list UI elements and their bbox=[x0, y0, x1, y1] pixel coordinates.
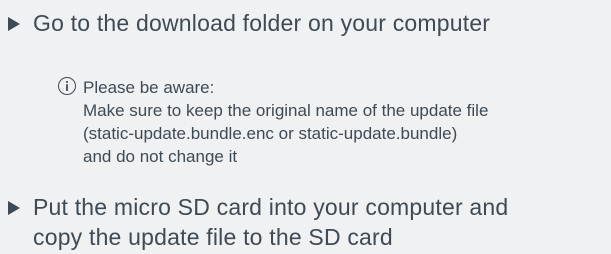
step-text: Put the micro SD card into your computer… bbox=[33, 194, 509, 250]
notice-title: Please be aware: bbox=[83, 78, 215, 97]
notice-line: and do not change it bbox=[83, 147, 238, 166]
notice-line: Make sure to keep the original name of t… bbox=[83, 101, 489, 120]
notice-line: (static-update.bundle.enc or static-upda… bbox=[83, 124, 458, 143]
step-text: Go to the download folder on your comput… bbox=[33, 10, 491, 36]
triangle-bullet-icon bbox=[8, 201, 20, 215]
info-icon bbox=[58, 77, 76, 95]
step-item: Put the micro SD card into your computer… bbox=[8, 192, 603, 252]
notice-box: Please be aware: Make sure to keep the o… bbox=[58, 76, 488, 168]
notice-body: Please be aware: Make sure to keep the o… bbox=[83, 76, 488, 168]
step-item: Go to the download folder on your comput… bbox=[8, 8, 603, 38]
instructions-panel: Go to the download folder on your comput… bbox=[0, 0, 611, 254]
triangle-bullet-icon bbox=[8, 17, 20, 31]
